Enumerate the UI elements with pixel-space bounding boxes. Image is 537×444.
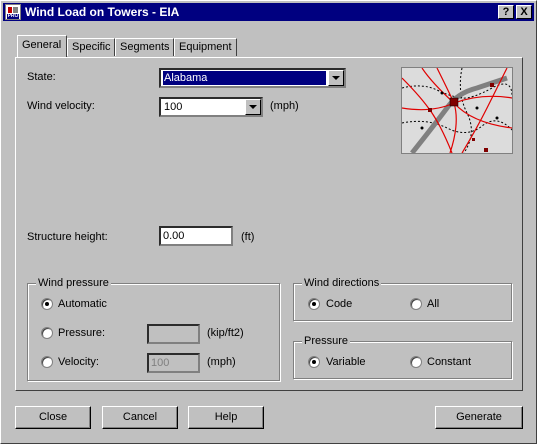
tab-general[interactable]: General	[17, 35, 67, 57]
structure-height-label: Structure height:	[27, 231, 108, 243]
wind-velocity-dropdown[interactable]: 100	[159, 97, 263, 117]
constant-radio[interactable]	[410, 356, 422, 368]
help-titlebar-button[interactable]: ?	[498, 5, 514, 19]
variable-label[interactable]: Variable	[326, 356, 366, 369]
velocity-label[interactable]: Velocity:	[58, 356, 99, 369]
constant-label[interactable]: Constant	[427, 356, 471, 369]
pressure-group-title: Pressure	[302, 334, 351, 348]
pressure-label[interactable]: Pressure:	[58, 327, 105, 340]
wind-map-thumbnail	[401, 67, 513, 154]
velocity-radio[interactable]	[41, 356, 53, 368]
all-radio[interactable]	[410, 298, 422, 310]
automatic-label[interactable]: Automatic	[58, 298, 107, 311]
title-bar[interactable]: PRO Wind Load on Towers - EIA ? X	[3, 3, 534, 21]
tab-segments[interactable]: Segments	[115, 38, 174, 56]
app-logo-icon: PRO	[5, 4, 21, 20]
all-label[interactable]: All	[427, 298, 439, 311]
help-button[interactable]: Help	[188, 406, 264, 429]
pressure-unit: (kip/ft2)	[207, 327, 244, 339]
chevron-down-icon[interactable]	[245, 99, 261, 115]
tab-equipment[interactable]: Equipment	[174, 38, 237, 56]
wind-velocity-value: 100	[164, 101, 183, 113]
automatic-radio[interactable]	[41, 298, 53, 310]
velocity-unit: (mph)	[207, 356, 236, 368]
variable-radio[interactable]	[308, 356, 320, 368]
map-graphic	[402, 68, 512, 153]
code-radio[interactable]	[308, 298, 320, 310]
structure-height-unit: (ft)	[241, 231, 255, 243]
state-value: Alabama	[163, 71, 326, 85]
close-button[interactable]: Close	[15, 406, 91, 429]
close-titlebar-button[interactable]: X	[516, 5, 532, 19]
velocity-input[interactable]: 100	[147, 353, 200, 373]
structure-height-input[interactable]: 0.00	[159, 226, 233, 246]
cancel-button[interactable]: Cancel	[102, 406, 178, 429]
wind-pressure-title: Wind pressure	[36, 276, 111, 290]
state-dropdown[interactable]: Alabama	[159, 68, 346, 88]
pressure-input[interactable]	[147, 324, 200, 344]
wind-velocity-label: Wind velocity:	[27, 100, 95, 112]
pressure-radio[interactable]	[41, 327, 53, 339]
tab-specific[interactable]: Specific	[67, 38, 115, 56]
window-title: Wind Load on Towers - EIA	[25, 5, 180, 19]
code-label[interactable]: Code	[326, 298, 352, 311]
chevron-down-icon[interactable]	[328, 70, 344, 86]
generate-button[interactable]: Generate	[435, 406, 523, 429]
wind-velocity-unit: (mph)	[270, 100, 299, 112]
dialog-window: PRO Wind Load on Towers - EIA ? X Genera…	[0, 0, 537, 444]
wind-directions-title: Wind directions	[302, 276, 382, 290]
state-label: State:	[27, 71, 56, 83]
